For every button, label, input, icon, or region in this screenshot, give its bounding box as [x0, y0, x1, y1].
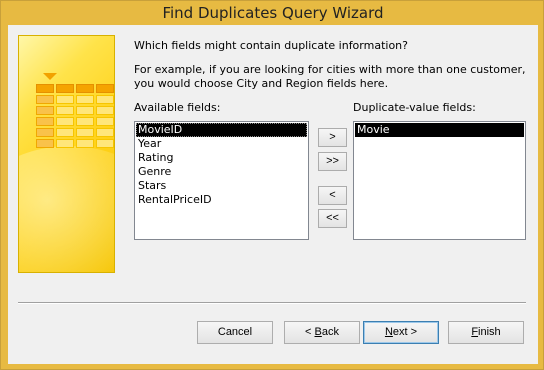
list-item[interactable]: Stars	[136, 179, 307, 193]
wizard-client-area: Which fields might contain duplicate inf…	[8, 25, 538, 364]
next-button[interactable]: Next >	[363, 321, 439, 344]
list-item[interactable]: MovieID	[136, 123, 307, 137]
remove-all-fields-button[interactable]: <<	[318, 209, 347, 228]
add-all-fields-button[interactable]: >>	[318, 152, 347, 171]
duplicate-fields-list[interactable]: Movie	[353, 121, 526, 240]
list-item[interactable]: Genre	[136, 165, 307, 179]
duplicate-fields-label: Duplicate-value fields:	[353, 101, 476, 114]
available-fields-label: Available fields:	[134, 101, 221, 114]
table-marker-icon	[43, 73, 57, 80]
finish-button[interactable]: Finish	[448, 321, 524, 344]
window-title: Find Duplicates Query Wizard	[162, 4, 384, 22]
list-item[interactable]: Year	[136, 137, 307, 151]
table-grid-icon	[36, 84, 114, 148]
example-text: For example, if you are looking for citi…	[134, 63, 526, 90]
cancel-button[interactable]: Cancel	[197, 321, 273, 344]
list-item[interactable]: RentalPriceID	[136, 193, 307, 207]
remove-field-button[interactable]: <	[318, 186, 347, 205]
list-item[interactable]: Movie	[355, 123, 524, 137]
button-separator	[18, 302, 526, 304]
list-item[interactable]: Rating	[136, 151, 307, 165]
question-text: Which fields might contain duplicate inf…	[134, 39, 408, 52]
available-fields-list[interactable]: MovieID Year Rating Genre Stars RentalPriceID	[134, 121, 309, 240]
add-field-button[interactable]: >	[318, 128, 347, 147]
illustration-swoosh	[19, 146, 114, 272]
wizard-window: Find Duplicates Query Wizard Which field…	[0, 0, 544, 370]
back-button[interactable]: < Back	[284, 321, 360, 344]
wizard-illustration	[18, 35, 115, 273]
